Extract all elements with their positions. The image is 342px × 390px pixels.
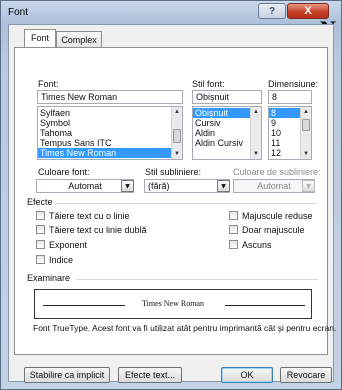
- text-effects-label: Efecte text...: [124, 370, 176, 380]
- ok-button[interactable]: OK: [221, 367, 273, 383]
- scroll-up-icon[interactable]: ▲: [301, 107, 311, 117]
- tab-complex-label: Complex: [61, 35, 97, 45]
- font-list-scrollbar[interactable]: ▲ ▼: [171, 107, 182, 159]
- font-size-list[interactable]: 8 9 10 11 12 ▲ ▼: [268, 106, 312, 160]
- small-caps-label[interactable]: Majuscule reduse: [242, 211, 313, 221]
- size-list-scrollbar[interactable]: ▲ ▼: [300, 107, 311, 159]
- font-color-select[interactable]: Automat: [36, 179, 134, 193]
- superscript-checkbox[interactable]: [36, 240, 45, 249]
- all-caps-label[interactable]: Doar majuscule: [242, 225, 305, 235]
- font-list-item[interactable]: Sylfaen: [38, 108, 182, 118]
- close-icon: X: [304, 5, 312, 17]
- font-style-value: Obișnuit: [196, 92, 230, 102]
- close-button[interactable]: X: [287, 3, 329, 19]
- help-button[interactable]: ?: [258, 3, 286, 19]
- scroll-thumb[interactable]: [302, 119, 310, 131]
- tab-font-label: Font: [30, 33, 49, 43]
- subscript-label[interactable]: Indice: [49, 255, 73, 265]
- double-strikethrough-checkbox[interactable]: [36, 225, 45, 234]
- strikethrough-label[interactable]: Tăiere text cu o linie: [49, 211, 130, 221]
- font-list-item[interactable]: Tempus Sans ITC: [38, 138, 182, 148]
- ok-label: OK: [240, 370, 254, 380]
- set-default-button[interactable]: Stabilire ca implicit: [24, 367, 110, 383]
- font-size-value: 8: [272, 92, 278, 102]
- preview-sample-text: Times New Roman: [142, 299, 204, 308]
- font-size-input[interactable]: 8: [268, 90, 312, 104]
- underline-color-value: Automat: [257, 181, 291, 191]
- font-list-item-selected[interactable]: Times New Roman: [38, 148, 182, 158]
- set-default-label: Stabilire ca implicit: [29, 370, 105, 380]
- preview-heading: Examinare: [27, 273, 74, 283]
- font-name-list[interactable]: Sylfaen Symbol Tahoma Tempus Sans ITC Ti…: [37, 106, 183, 160]
- preview-baseline-right: [225, 305, 305, 306]
- title-bar[interactable]: Font ? X: [0, 0, 342, 26]
- dropdown-arrow-icon: ▼: [302, 180, 315, 192]
- text-effects-button[interactable]: Efecte text...: [118, 367, 182, 383]
- preview-box: Times New Roman: [34, 289, 312, 319]
- effects-divider: [52, 203, 318, 204]
- strikethrough-checkbox[interactable]: [36, 211, 45, 220]
- font-style-input[interactable]: Obișnuit: [192, 90, 262, 104]
- underline-color-label: Culoare de subliniere:: [233, 167, 321, 177]
- tab-font[interactable]: Font: [24, 29, 56, 48]
- hidden-checkbox[interactable]: [229, 240, 238, 249]
- cancel-label: Revocare: [286, 370, 326, 380]
- underline-style-label: Stil subliniere:: [145, 167, 202, 177]
- font-style-list[interactable]: Obișnuit Cursiv Aldin Aldin Cursiv ▲ ▼: [192, 106, 262, 160]
- font-color-value: Automat: [68, 181, 102, 191]
- dropdown-arrow-icon[interactable]: ▼: [121, 180, 134, 192]
- preview-divider: [76, 279, 318, 280]
- font-name-input[interactable]: Times New Roman: [37, 90, 183, 104]
- scroll-down-icon[interactable]: ▼: [251, 149, 261, 159]
- font-name-label: Font:: [38, 79, 59, 89]
- subscript-checkbox[interactable]: [36, 255, 45, 264]
- font-list-item[interactable]: Symbol: [38, 118, 182, 128]
- effects-heading: Efecte: [27, 197, 56, 207]
- all-caps-checkbox[interactable]: [229, 225, 238, 234]
- double-strikethrough-label[interactable]: Tăiere text cu linie dublă: [49, 225, 147, 235]
- window-title: Font: [8, 7, 29, 18]
- dropdown-arrow-icon[interactable]: ▼: [217, 180, 230, 192]
- hidden-label[interactable]: Ascuns: [242, 240, 272, 250]
- scroll-up-icon[interactable]: ▲: [172, 107, 182, 117]
- font-info-note: Font TrueType. Acest font va fi utilizat…: [33, 323, 337, 333]
- font-style-label: Stil font:: [192, 79, 225, 89]
- font-color-label: Culoare font:: [38, 167, 90, 177]
- small-caps-checkbox[interactable]: [229, 211, 238, 220]
- scroll-down-icon[interactable]: ▼: [172, 149, 182, 159]
- scroll-up-icon[interactable]: ▲: [251, 107, 261, 117]
- style-list-scrollbar[interactable]: ▲ ▼: [250, 107, 261, 159]
- cancel-button[interactable]: Revocare: [280, 367, 332, 383]
- tab-complex[interactable]: Complex: [56, 31, 102, 48]
- font-list-item[interactable]: Tahoma: [38, 128, 182, 138]
- superscript-label[interactable]: Exponent: [49, 240, 87, 250]
- underline-style-value: (fără): [148, 181, 170, 191]
- font-size-label: Dimensiune:: [268, 79, 319, 89]
- help-icon: ?: [268, 6, 276, 17]
- font-name-value: Times New Roman: [41, 92, 118, 102]
- scroll-down-icon[interactable]: ▼: [301, 149, 311, 159]
- scroll-thumb[interactable]: [173, 129, 181, 143]
